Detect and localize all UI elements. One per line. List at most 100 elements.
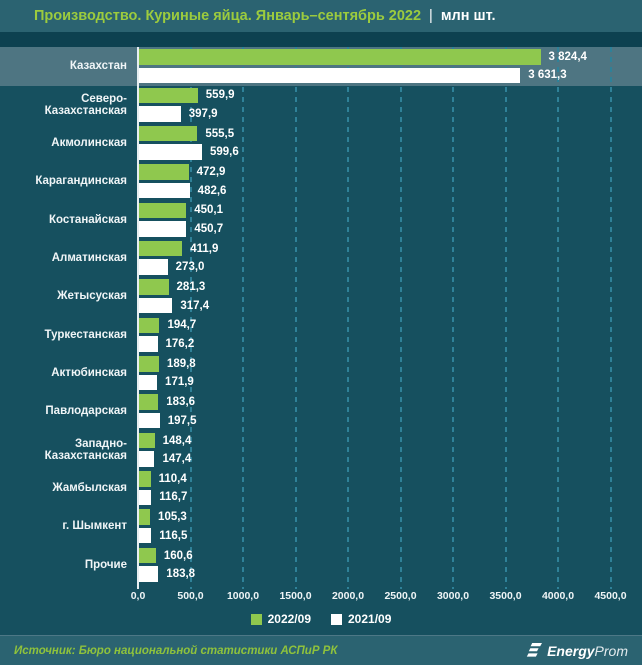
bar-fill bbox=[139, 336, 158, 352]
row-bars: 194,7 176,2 bbox=[138, 318, 642, 352]
row-bars: 189,8171,9 bbox=[138, 356, 642, 390]
bar-fill bbox=[139, 509, 150, 525]
category-label: Карагандинская bbox=[0, 175, 138, 187]
bar-2022-09: 559,9 bbox=[139, 88, 198, 104]
category-label: Туркестанская bbox=[0, 329, 138, 341]
bar-value-label: 411,9 bbox=[190, 243, 218, 255]
x-axis-tick-label: 4500,0 bbox=[579, 590, 642, 602]
chart-row: Актюбинская189,8171,9 bbox=[0, 354, 642, 392]
bar-fill bbox=[139, 548, 156, 564]
bar-2021-09: 599,6 bbox=[139, 144, 202, 160]
bar-fill bbox=[139, 164, 189, 180]
category-label: г. Шымкент bbox=[0, 520, 138, 532]
bar-fill bbox=[139, 471, 151, 487]
bar-2021-09: 397,9 bbox=[139, 106, 181, 122]
energyprom-logo-icon bbox=[526, 643, 543, 658]
row-bars: 160,6 183,8 bbox=[138, 548, 642, 582]
chart-row: Жамбылская110,4116,7 bbox=[0, 469, 642, 507]
legend-label: 2021/09 bbox=[348, 612, 391, 626]
bar-fill bbox=[139, 221, 186, 237]
bar-fill bbox=[139, 375, 157, 391]
bar-value-label: 482,6 bbox=[198, 185, 227, 197]
bar-2022-09: 450,1 bbox=[139, 203, 186, 219]
legend-label: 2022/09 bbox=[268, 612, 311, 626]
bar-fill bbox=[139, 413, 160, 429]
bar-fill bbox=[139, 490, 151, 506]
bar-value-label: 148,4 bbox=[163, 435, 192, 447]
bar-2022-09: 555,5 bbox=[139, 126, 197, 142]
bar-value-label: 105,3 bbox=[158, 511, 187, 523]
bar-fill bbox=[139, 318, 159, 334]
row-bars: 555,5599,6 bbox=[138, 126, 642, 160]
row-bars: 110,4 116,7 bbox=[138, 471, 642, 505]
bar-value-label: 116,7 bbox=[159, 491, 187, 503]
bar-value-label: 110,4 bbox=[159, 473, 187, 485]
bar-2022-09: 194,7 bbox=[139, 318, 159, 334]
energyprom-logo-text: EnergyProm bbox=[547, 643, 628, 659]
bar-fill bbox=[139, 528, 151, 544]
bar-fill bbox=[139, 566, 158, 582]
chart-title: Производство. Куриные яйца. Январь–сентя… bbox=[34, 8, 421, 24]
bar-value-label: 599,6 bbox=[210, 146, 239, 158]
bar-value-label: 176,2 bbox=[166, 338, 195, 350]
bar-value-label: 397,9 bbox=[189, 108, 218, 120]
bar-fill bbox=[139, 279, 169, 295]
bar-2022-09: 105,3 bbox=[139, 509, 150, 525]
bar-fill bbox=[139, 106, 181, 122]
footer-bar: Источник: Бюро национальной статистики А… bbox=[0, 635, 642, 665]
chart-row: Жетысуская 281,3 317,4 bbox=[0, 277, 642, 315]
chart-row: Северо-Казахстанская559,9397,9 bbox=[0, 85, 642, 123]
bar-fill bbox=[139, 241, 182, 257]
chart-row: Прочие160,6183,8 bbox=[0, 546, 642, 584]
bar-fill bbox=[139, 259, 168, 275]
bar-value-label: 281,3 bbox=[177, 281, 206, 293]
bar-2022-09: 472,9 bbox=[139, 164, 189, 180]
bar-value-label: 450,1 bbox=[194, 204, 223, 216]
row-bars: 411,9 273,0 bbox=[138, 241, 642, 275]
bar-value-label: 555,5 bbox=[205, 128, 234, 140]
bar-fill bbox=[139, 88, 198, 104]
row-bars: 3 824,43 631,3 bbox=[138, 49, 642, 83]
legend-swatch bbox=[331, 614, 342, 625]
bar-value-label: 273,0 bbox=[176, 261, 205, 273]
bar-value-label: 147,4 bbox=[162, 453, 191, 465]
logo-text-bold: Energy bbox=[547, 643, 594, 659]
bar-2021-09: 450,7 bbox=[139, 221, 186, 237]
bar-fill bbox=[139, 183, 190, 199]
bar-fill bbox=[139, 49, 541, 65]
bar-fill bbox=[139, 68, 520, 84]
bar-fill bbox=[139, 451, 154, 467]
legend-item-2022-09: 2022/09 bbox=[251, 612, 311, 626]
bar-2021-09: 176,2 bbox=[139, 336, 158, 352]
bar-value-label: 559,9 bbox=[206, 89, 235, 101]
row-bars: 105,3 116,5 bbox=[138, 509, 642, 543]
bar-2021-09: 116,5 bbox=[139, 528, 151, 544]
bar-2021-09: 147,4 bbox=[139, 451, 154, 467]
bar-fill bbox=[139, 356, 159, 372]
bar-2021-09: 116,7 bbox=[139, 490, 151, 506]
bar-fill bbox=[139, 144, 202, 160]
category-label: Западно-Казахстанская bbox=[0, 438, 138, 462]
category-label: Актюбинская bbox=[0, 367, 138, 379]
chart-row: Павлодарская183,6197,5 bbox=[0, 392, 642, 430]
category-label: Жетысуская bbox=[0, 290, 138, 302]
chart-row: Казахстан3 824,43 631,3 bbox=[0, 47, 642, 85]
bar-2021-09: 197,5 bbox=[139, 413, 160, 429]
bar-2021-09: 317,4 bbox=[139, 298, 172, 314]
x-axis-labels: 0,0500,01000,01500,02000,02500,03000,035… bbox=[0, 590, 642, 604]
bar-fill bbox=[139, 126, 197, 142]
row-bars: 472,9 482,6 bbox=[138, 164, 642, 198]
chart-row: Карагандинская472,9482,6 bbox=[0, 162, 642, 200]
bar-2021-09: 273,0 bbox=[139, 259, 168, 275]
legend-swatch bbox=[251, 614, 262, 625]
bar-fill bbox=[139, 203, 186, 219]
bar-2021-09: 171,9 bbox=[139, 375, 157, 391]
bar-value-label: 171,9 bbox=[165, 376, 194, 388]
energyprom-logo: EnergyProm bbox=[526, 643, 628, 659]
bar-value-label: 194,7 bbox=[167, 319, 196, 331]
bar-2022-09: 411,9 bbox=[139, 241, 182, 257]
bar-value-label: 160,6 bbox=[164, 550, 193, 562]
bar-value-label: 183,8 bbox=[166, 568, 195, 580]
bar-value-label: 472,9 bbox=[197, 166, 226, 178]
bar-2022-09: 110,4 bbox=[139, 471, 151, 487]
